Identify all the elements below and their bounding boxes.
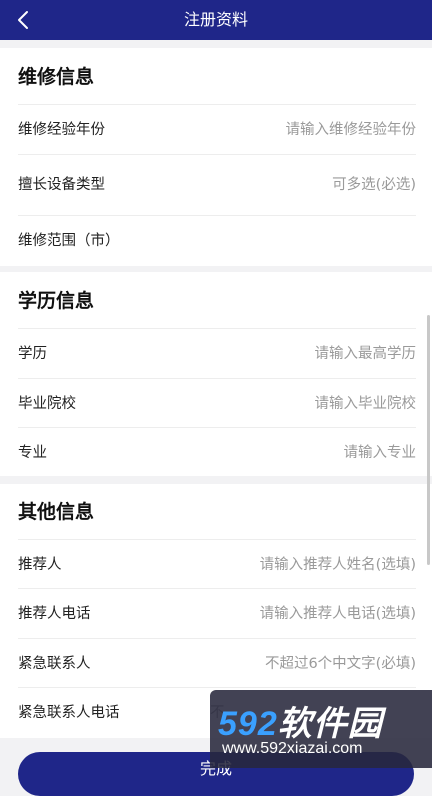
row-label: 专业 — [18, 445, 47, 461]
row-repair-years[interactable]: 维修经验年份 请输入维修经验年份 — [18, 104, 416, 155]
row-label: 维修经验年份 — [18, 122, 105, 138]
referrer-input[interactable]: 请输入推荐人姓名(选填) — [260, 540, 416, 590]
row-label: 推荐人电话 — [18, 606, 91, 622]
major-input[interactable]: 请输入专业 — [344, 428, 417, 478]
section-education-info: 学历信息 学历 请输入最高学历 毕业院校 请输入毕业院校 专业 请输入专业 — [0, 272, 432, 476]
row-label: 学历 — [18, 346, 47, 362]
row-major[interactable]: 专业 请输入专业 — [18, 427, 416, 478]
row-school[interactable]: 毕业院校 请输入毕业院校 — [18, 378, 416, 429]
row-label: 毕业院校 — [18, 396, 76, 412]
watermark-logo-text: 592软件园 — [218, 696, 383, 745]
row-device-types[interactable]: 擅长设备类型 可多选(必选) — [18, 154, 416, 215]
watermark-logo-name: 软件园 — [277, 705, 383, 743]
row-label: 紧急联系人 — [18, 656, 91, 672]
section-title: 维修信息 — [18, 66, 95, 88]
watermark-logo-number: 592 — [218, 705, 278, 743]
school-input[interactable]: 请输入毕业院校 — [315, 379, 417, 429]
scrollbar[interactable] — [427, 315, 430, 565]
row-label: 擅长设备类型 — [18, 177, 105, 193]
row-repair-range[interactable]: 维修范围（市） — [18, 215, 416, 266]
row-emergency-contact[interactable]: 紧急联系人 不超过6个中文字(必填) — [18, 638, 416, 689]
row-label: 维修范围（市） — [18, 233, 120, 249]
device-types-select[interactable]: 可多选(必选) — [332, 155, 416, 215]
row-referrer[interactable]: 推荐人 请输入推荐人姓名(选填) — [18, 539, 416, 590]
row-education[interactable]: 学历 请输入最高学历 — [18, 328, 416, 379]
repair-years-input[interactable]: 请输入维修经验年份 — [286, 105, 417, 155]
page-title: 注册资料 — [183, 10, 248, 29]
emergency-contact-input[interactable]: 不超过6个中文字(必填) — [265, 639, 416, 689]
watermark-logo: 592软件园 www.592xiazai.com — [210, 690, 432, 768]
section-title: 学历信息 — [18, 290, 95, 312]
top-nav-bar: 注册资料 — [0, 0, 432, 40]
education-input[interactable]: 请输入最高学历 — [315, 329, 417, 379]
section-repair-info: 维修信息 维修经验年份 请输入维修经验年份 擅长设备类型 可多选(必选) 维修范… — [0, 48, 432, 266]
watermark-url: www.592xiazai.com — [222, 740, 363, 757]
row-label: 紧急联系人电话 — [18, 705, 120, 721]
section-title: 其他信息 — [18, 501, 95, 523]
referrer-phone-input[interactable]: 请输入推荐人电话(选填) — [260, 589, 416, 639]
row-referrer-phone[interactable]: 推荐人电话 请输入推荐人电话(选填) — [18, 588, 416, 639]
row-label: 推荐人 — [18, 557, 62, 573]
